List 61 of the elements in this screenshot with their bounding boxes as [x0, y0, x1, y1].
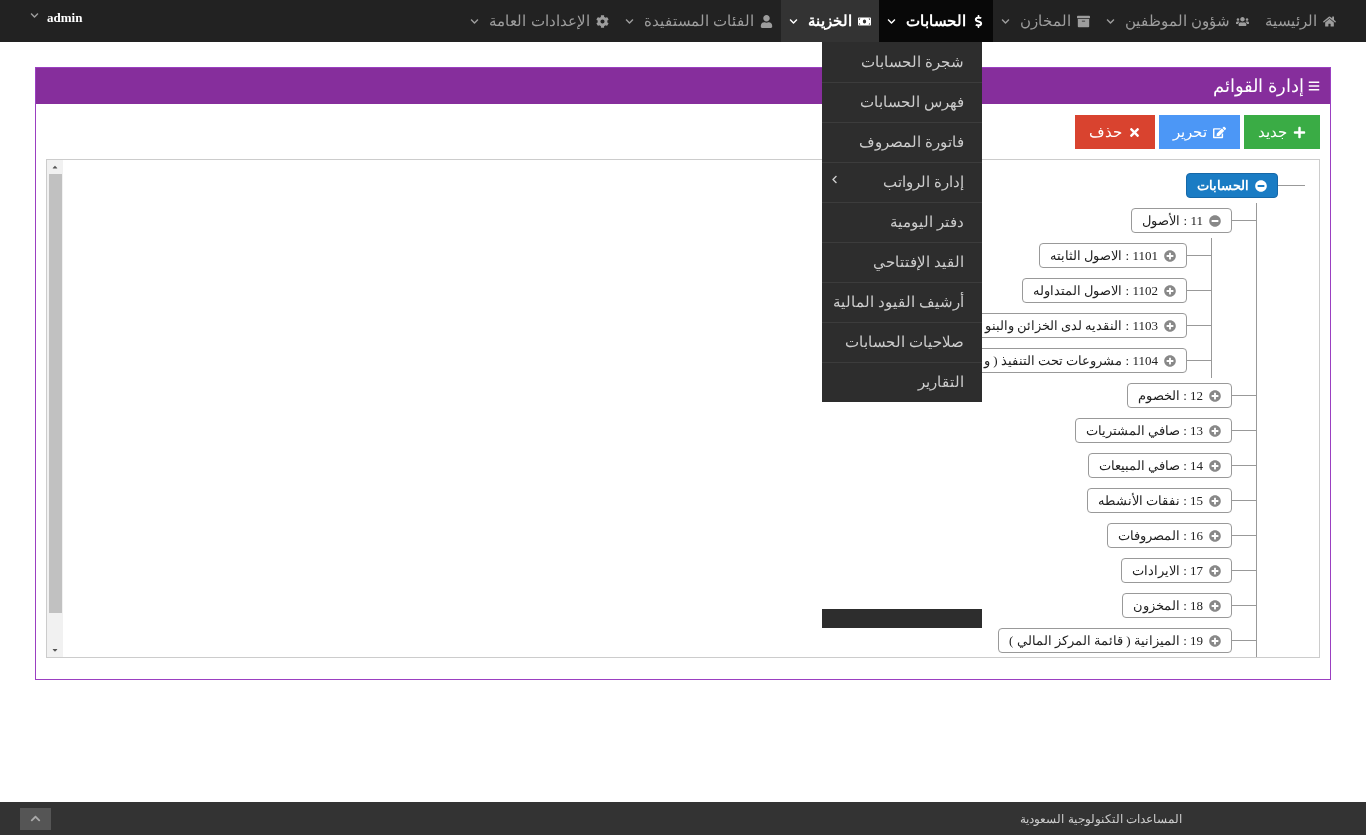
user-icon	[759, 14, 773, 28]
nav-item[interactable]: المخازن	[992, 0, 1098, 42]
tree-node[interactable]: 13 : صافي المشتريات	[1074, 418, 1232, 443]
menu-item[interactable]: شجرة الحسابات	[822, 42, 982, 82]
expand-icon[interactable]	[1209, 459, 1221, 472]
expand-icon[interactable]	[1209, 389, 1221, 402]
expand-icon[interactable]	[1209, 599, 1221, 612]
chevron-up-icon	[30, 813, 41, 824]
delete-button[interactable]: حذف	[1075, 115, 1155, 149]
menu-item[interactable]: القيد الإفتتاحي	[822, 242, 982, 282]
plus-icon	[1293, 125, 1306, 139]
menu-item[interactable]: أرشيف القيود المالية	[822, 282, 982, 322]
close-icon	[1128, 125, 1141, 139]
tree-node[interactable]: 17 : الايرادات	[1120, 558, 1232, 583]
menu-item[interactable]: إدارة الرواتب	[822, 162, 982, 202]
menu-item[interactable]: فهرس الحسابات	[822, 82, 982, 122]
expand-icon[interactable]	[1209, 634, 1221, 647]
scroll-top-button[interactable]	[20, 807, 51, 830]
menu-icon	[1308, 80, 1320, 92]
scroll-down-icon[interactable]	[51, 646, 59, 654]
nav-item[interactable]: الخزينة	[780, 0, 879, 42]
expand-icon[interactable]	[1209, 494, 1221, 507]
expand-icon[interactable]	[1209, 564, 1221, 577]
caret-icon	[30, 11, 39, 20]
nav-item[interactable]: الإعدادات العامة	[462, 0, 617, 42]
nav-item[interactable]: الرئيسية	[1257, 0, 1344, 42]
user-menu[interactable]: admin	[0, 0, 83, 42]
expand-icon[interactable]	[1164, 284, 1176, 297]
expand-icon[interactable]	[1209, 424, 1221, 437]
menu-item[interactable]: التقارير	[822, 362, 982, 402]
expand-icon[interactable]	[1209, 529, 1221, 542]
menu-item[interactable]: دفتر اليومية	[822, 202, 982, 242]
archive-icon	[1076, 14, 1090, 28]
users-icon	[1236, 14, 1249, 28]
collapse-icon[interactable]	[1255, 179, 1267, 192]
expand-icon[interactable]	[1164, 249, 1176, 262]
panel-title: إدارة القوائم	[1213, 74, 1304, 99]
nav-item[interactable]: الحسابات	[878, 0, 993, 42]
home-icon	[1323, 14, 1336, 28]
menu-item[interactable]: فاتورة المصروف	[822, 122, 982, 162]
tree-node[interactable]: 18 : المخزون	[1121, 593, 1232, 618]
expand-icon[interactable]	[1164, 319, 1176, 332]
tree-node[interactable]: 1101 : الاصول الثابته	[1039, 243, 1187, 268]
tree-node[interactable]: 19 : الميزانية ( قائمة المركز المالي )	[997, 628, 1232, 653]
nav-item[interactable]: الفئات المستفيدة	[616, 0, 781, 42]
tree-node[interactable]: 15 : نفقات الأنشطه	[1086, 488, 1232, 513]
tree-node[interactable]: 11 : الأصول	[1131, 208, 1232, 233]
tree-node[interactable]: 1102 : الاصول المتداوله	[1022, 278, 1187, 303]
tree-node[interactable]: 12 : الخصوم	[1126, 383, 1232, 408]
collapse-icon[interactable]	[1209, 214, 1221, 227]
nav-item[interactable]: شؤون الموظفين	[1097, 0, 1257, 42]
scrollbar[interactable]	[47, 160, 63, 657]
tree-node[interactable]: الحسابات	[1186, 173, 1278, 198]
scroll-up-icon[interactable]	[51, 163, 59, 171]
menu-item[interactable]: صلاحيات الحسابات	[822, 322, 982, 362]
edit-icon	[1213, 125, 1226, 139]
expand-icon[interactable]	[1164, 354, 1176, 367]
settings-icon	[595, 14, 609, 28]
tree-node[interactable]: 16 : المصروفات	[1106, 523, 1232, 548]
footer-text: المساعدات التكنولوجية السعودية	[1020, 810, 1182, 828]
tree-node[interactable]: 14 : صافي المبيعات	[1087, 453, 1232, 478]
